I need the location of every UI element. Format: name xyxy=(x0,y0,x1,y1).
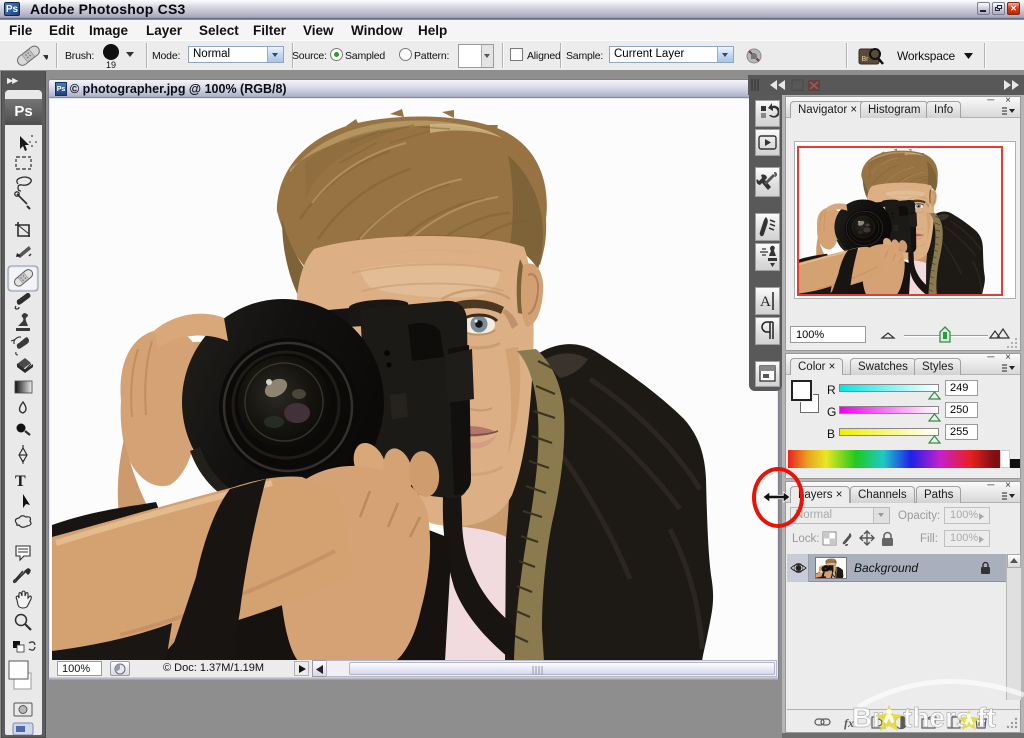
svg-text:19: 19 xyxy=(106,60,116,70)
svg-text:T: T xyxy=(15,473,26,490)
svg-text:fx.: fx. xyxy=(844,716,857,730)
svg-text:A: A xyxy=(760,294,771,310)
svg-text:Br: Br xyxy=(862,56,870,63)
